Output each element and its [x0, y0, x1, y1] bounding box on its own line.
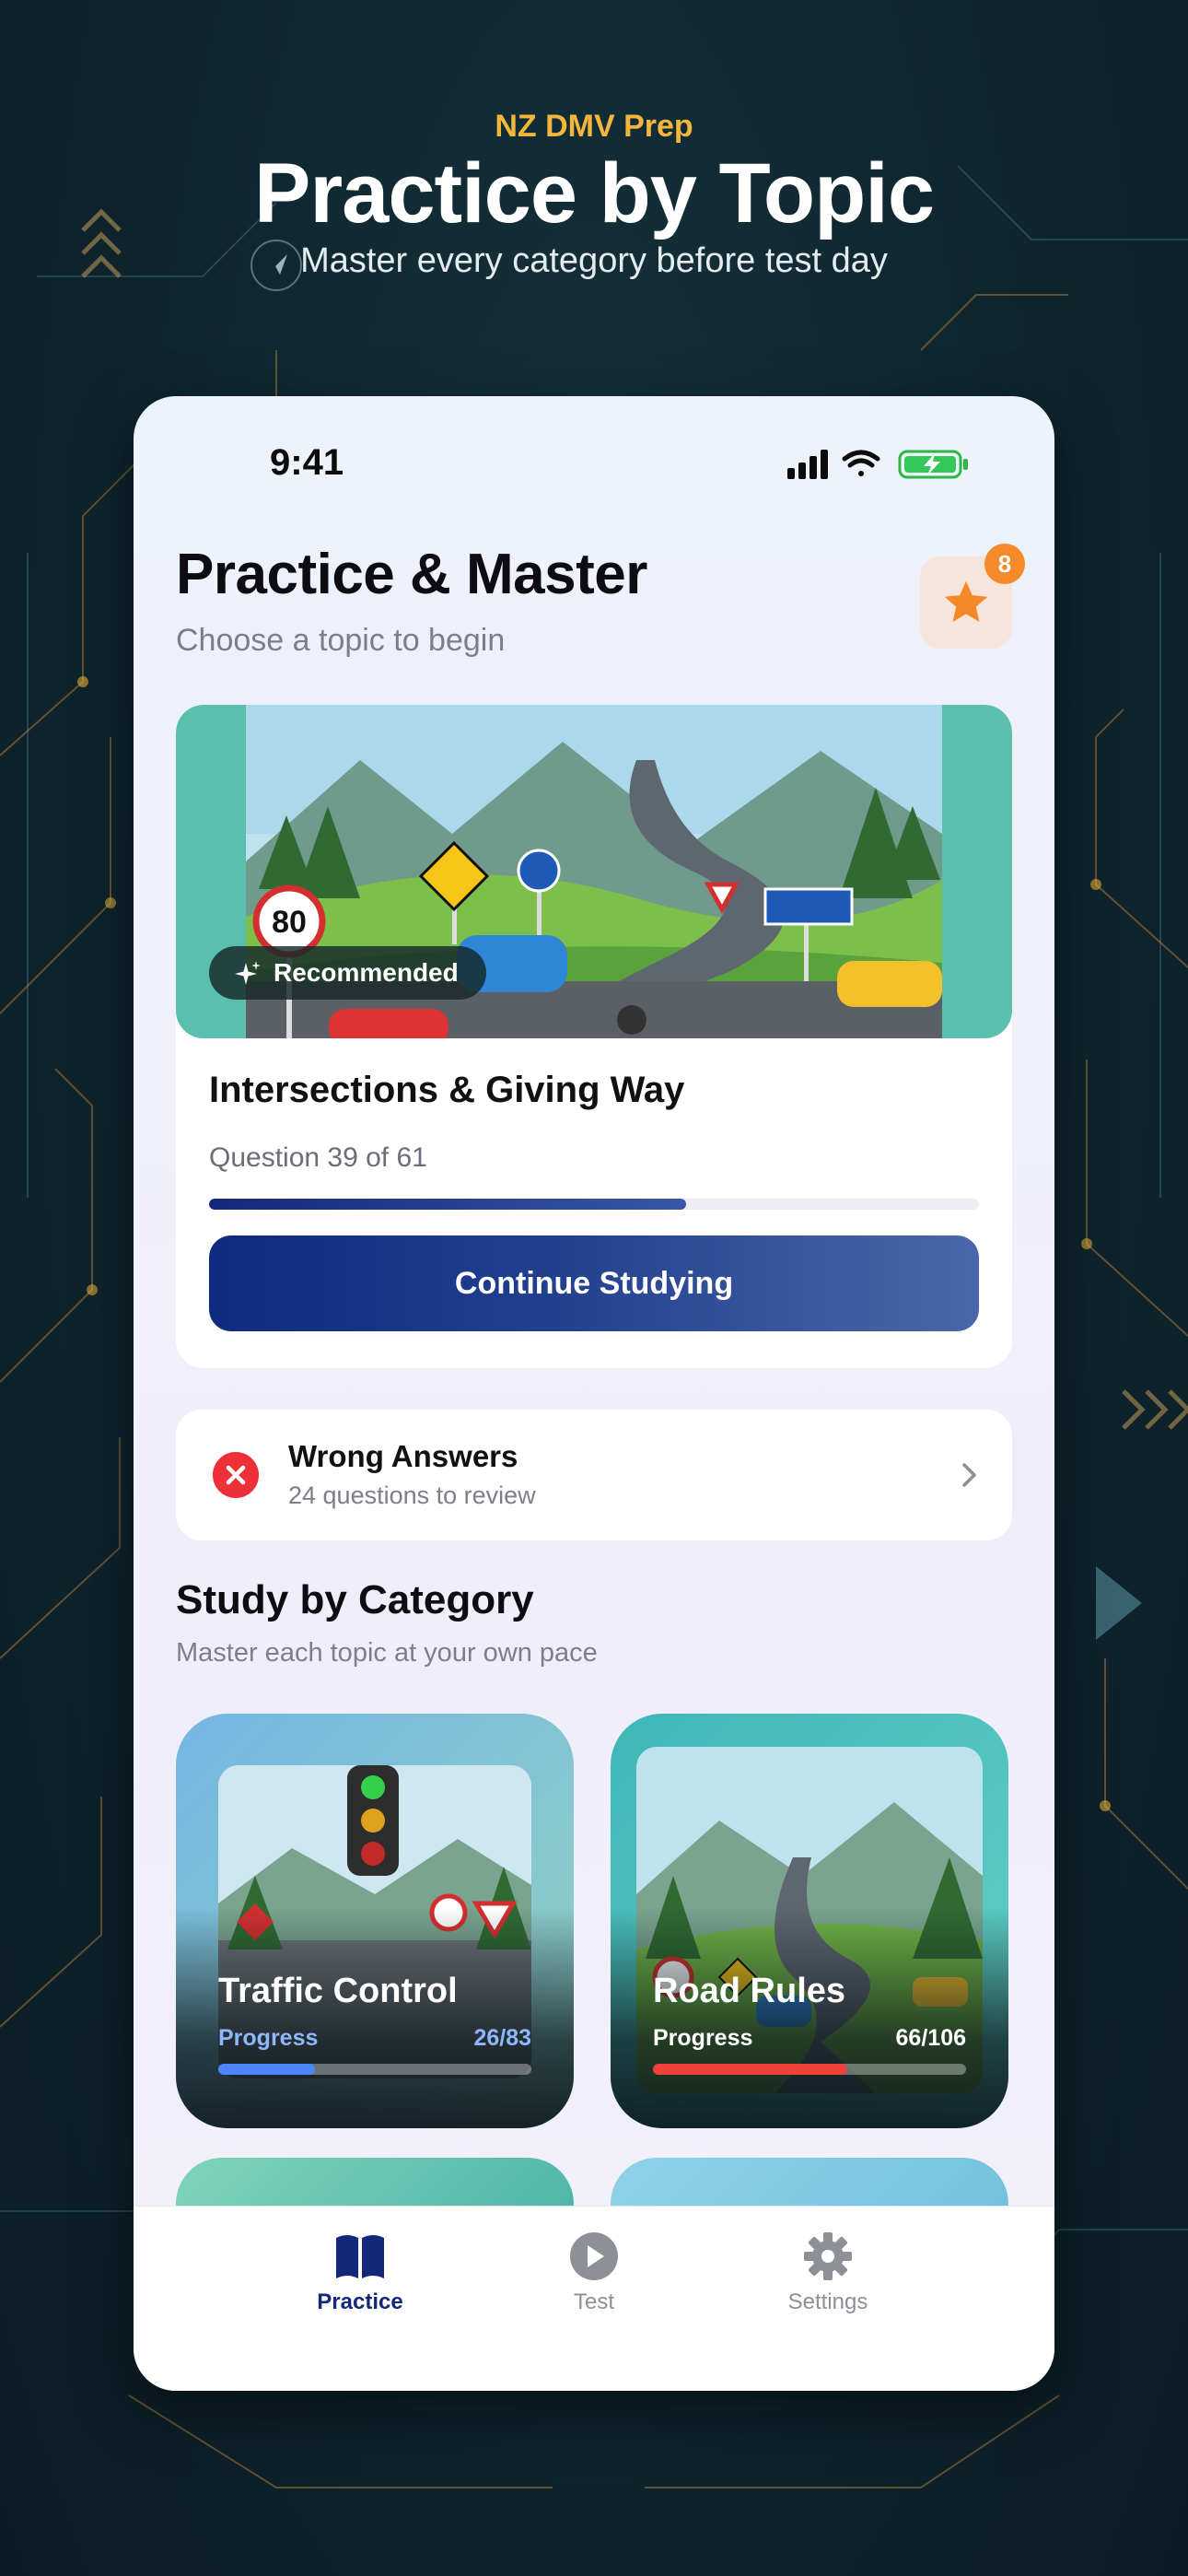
tab-label: Test: [573, 2289, 614, 2314]
continue-studying-button[interactable]: Continue Studying: [209, 1235, 979, 1331]
status-icons: [787, 450, 968, 479]
featured-progress-bar: [209, 1199, 979, 1210]
category-card-road-rules[interactable]: Road Rules Progress 66/106: [611, 1714, 1008, 2128]
tab-practice[interactable]: Practice: [277, 2231, 443, 2315]
tab-bar: Practice Test Settings: [134, 2206, 1054, 2391]
promo-subtitle: Master every category before test day: [300, 241, 888, 280]
tab-test[interactable]: Test: [511, 2231, 677, 2315]
featured-topic-card[interactable]: 80 Recommended Intersections & Giving Wa…: [176, 705, 1012, 1368]
wrong-answers-title: Wrong Answers: [288, 1439, 518, 1473]
favorites-count-badge: 8: [984, 544, 1025, 584]
featured-progress-text: Question 39 of 61: [209, 1142, 427, 1173]
star-icon: [944, 580, 988, 622]
status-time: 9:41: [270, 442, 344, 483]
category-progress-bar: [218, 2064, 531, 2075]
gear-icon: [804, 2232, 852, 2280]
category-progress-count: 26/83: [473, 2025, 531, 2051]
category-progress-fill: [218, 2064, 316, 2075]
phone-screen: 9:41 Practice & Master Choose a topic to…: [134, 396, 1054, 2391]
section-title: Study by Category: [176, 1577, 534, 1622]
error-x-icon: [213, 1452, 259, 1498]
svg-text:80: 80: [272, 905, 307, 940]
battery-charging-icon: [898, 450, 968, 479]
tab-label: Settings: [787, 2289, 868, 2314]
chevron-right-icon: [962, 1463, 976, 1487]
featured-progress-fill: [209, 1199, 687, 1210]
page-subtitle: Choose a topic to begin: [176, 623, 506, 658]
wrong-answers-row[interactable]: Wrong Answers 24 questions to review: [176, 1410, 1012, 1540]
wrong-answers-subtitle: 24 questions to review: [288, 1481, 536, 1509]
category-title: Traffic Control: [218, 1972, 458, 2010]
category-progress-fill: [653, 2064, 847, 2075]
tab-settings[interactable]: Settings: [745, 2231, 911, 2315]
featured-topic-title: Intersections & Giving Way: [209, 1070, 685, 1110]
category-progress-count: 66/106: [895, 2025, 966, 2051]
section-subtitle: Master each topic at your own pace: [176, 1638, 598, 1668]
featured-hero-image: 80 Recommended: [176, 705, 1012, 1038]
category-title: Road Rules: [653, 1972, 846, 2010]
play-icon: [570, 2232, 618, 2280]
tab-label: Practice: [317, 2289, 403, 2314]
promo-title: Practice by Topic: [253, 146, 935, 240]
recommended-badge: Recommended: [209, 946, 486, 1000]
category-progress-bar: [653, 2064, 966, 2075]
sparkle-icon: [235, 961, 261, 985]
book-icon: [336, 2235, 384, 2278]
page-title: Practice & Master: [176, 543, 647, 606]
promo-eyebrow: NZ DMV Prep: [495, 109, 693, 144]
category-progress-label: Progress: [218, 2025, 319, 2051]
recommended-label: Recommended: [274, 958, 459, 987]
wifi-icon: [842, 450, 880, 476]
signal-icon: [787, 450, 828, 479]
category-progress-label: Progress: [653, 2025, 753, 2051]
category-card-traffic-control[interactable]: Traffic Control Progress 26/83: [176, 1714, 574, 2128]
favorites-button[interactable]: 8: [920, 544, 1025, 649]
